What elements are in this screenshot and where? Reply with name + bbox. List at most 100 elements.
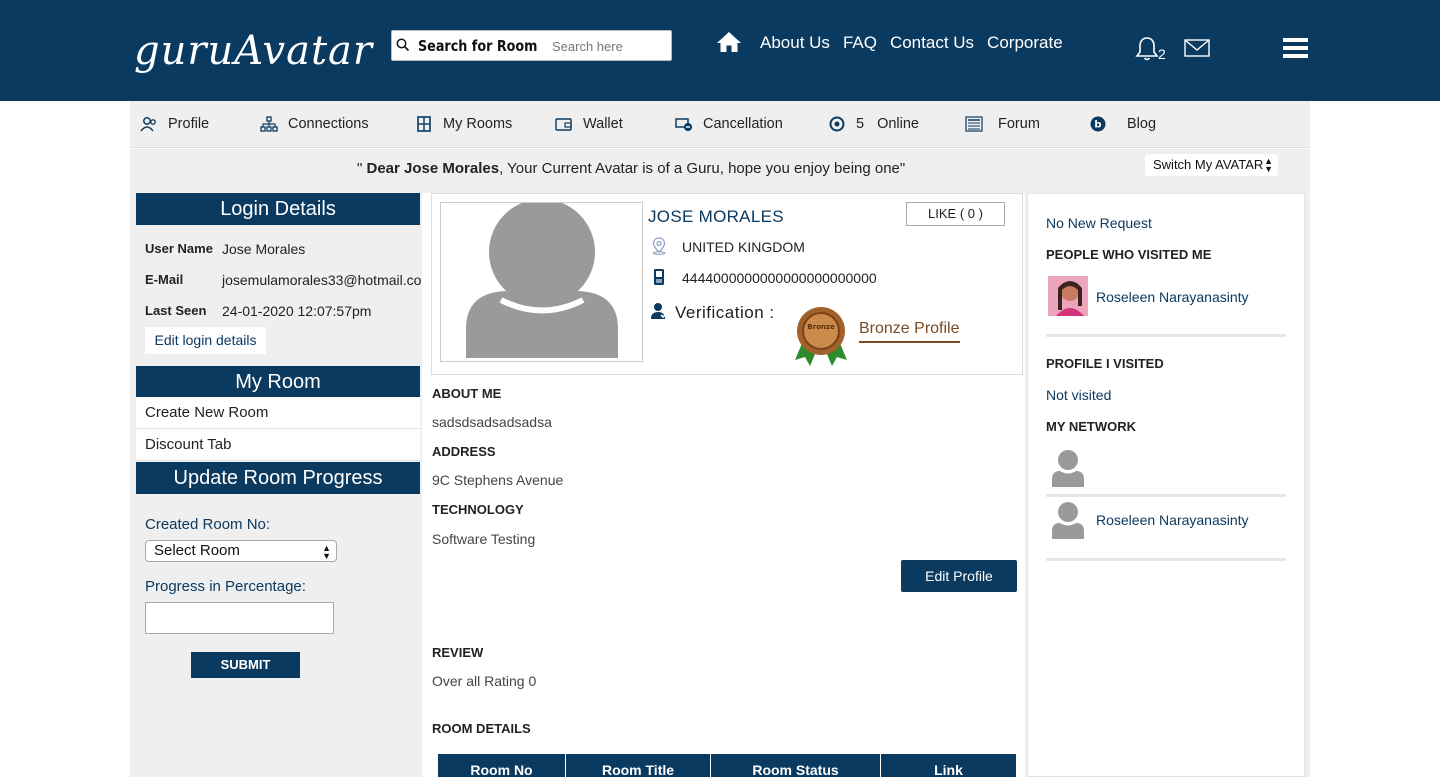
col-room-no: Room No — [438, 754, 566, 777]
subnav-connections[interactable]: Connections — [260, 116, 369, 132]
switch-avatar-label: Switch My AVATAR — [1153, 157, 1264, 172]
room-details-table-header: Room No Room Title Room Status Link — [438, 754, 1016, 777]
users-icon — [140, 117, 156, 132]
person-placeholder-icon — [466, 203, 618, 358]
about-me-text: sadsdsadsadsadsa — [432, 414, 552, 430]
greeting-rest: , Your Current Avatar is of a Guru, hope… — [499, 160, 906, 177]
profile-name: JOSE MORALES — [648, 207, 784, 226]
create-new-room-link[interactable]: Create New Room — [136, 397, 420, 429]
nav-corporate[interactable]: Corporate — [987, 33, 1063, 53]
main-nav: About Us FAQ Contact Us Corporate — [760, 33, 1063, 53]
edit-profile-button[interactable]: Edit Profile — [901, 560, 1017, 592]
bell-icon[interactable] — [1135, 36, 1159, 62]
my-network-heading: MY NETWORK — [1046, 419, 1137, 434]
submit-button[interactable]: SUBMIT — [191, 652, 300, 678]
nav-about-us[interactable]: About Us — [760, 33, 830, 53]
col-room-status: Room Status — [711, 754, 881, 777]
subnav-profile[interactable]: Profile — [140, 116, 209, 132]
sub-navigation: Profile Connections My Rooms Wallet Canc… — [130, 101, 1310, 148]
switch-avatar-select[interactable]: Switch My AVATAR ▲ ▼ — [1145, 154, 1278, 176]
blog-icon: b — [1090, 116, 1106, 132]
subnav-my-rooms[interactable]: My Rooms — [415, 116, 512, 132]
col-link: Link — [934, 762, 963, 777]
subnav-profile-label: Profile — [168, 116, 210, 132]
last-seen-value: 24-01-2020 12:07:57pm — [222, 303, 372, 319]
subnav-wallet[interactable]: Wallet — [555, 116, 623, 132]
email-label: E-Mail — [145, 272, 184, 287]
no-new-request-text: No New Request — [1046, 215, 1152, 231]
username-label: User Name — [145, 241, 213, 256]
room-details-heading: ROOM DETAILS — [432, 721, 531, 736]
network-person-name[interactable]: Roseleen Narayanasinty — [1096, 512, 1249, 528]
divider — [1046, 558, 1286, 561]
subnav-connections-label: Connections — [288, 116, 369, 132]
svg-text:b: b — [1094, 120, 1101, 131]
greeting-text: " Dear Jose Morales, Your Current Avatar… — [357, 160, 905, 177]
progress-percentage-input[interactable] — [145, 602, 334, 634]
medal-label: Bronze — [807, 323, 835, 331]
not-visited-text: Not visited — [1046, 387, 1112, 403]
network-avatar-placeholder[interactable] — [1048, 447, 1088, 487]
room-select[interactable]: Select Room ▲ ▼ — [145, 540, 337, 562]
subnav-wallet-label: Wallet — [583, 116, 623, 132]
profile-i-visited-heading: PROFILE I VISITED — [1046, 356, 1164, 371]
progress-percentage-label: Progress in Percentage: — [145, 578, 306, 595]
subnav-blog[interactable]: b Blog — [1089, 116, 1156, 132]
subnav-cancellation-label: Cancellation — [703, 116, 783, 132]
grid-icon — [417, 116, 431, 132]
subnav-forum[interactable]: Forum — [965, 116, 1040, 132]
greeting-open-quote: " — [357, 160, 367, 177]
about-me-heading: ABOUT ME — [432, 386, 502, 401]
people-visited-me-heading: PEOPLE WHO VISITED ME — [1046, 247, 1212, 262]
menu-icon[interactable] — [1283, 38, 1308, 60]
review-heading: REVIEW — [432, 645, 484, 660]
visitor-avatar[interactable] — [1048, 276, 1088, 316]
online-icon — [829, 116, 845, 132]
discount-tab-link[interactable]: Discount Tab — [136, 429, 420, 461]
search-icon — [396, 38, 410, 52]
last-seen-label: Last Seen — [145, 303, 207, 318]
subnav-my-rooms-label: My Rooms — [443, 116, 513, 132]
bronze-medal-icon: Bronze — [795, 307, 847, 366]
network-icon — [260, 116, 278, 132]
user-check-icon — [651, 303, 667, 319]
profile-country: UNITED KINGDOM — [682, 239, 805, 255]
update-room-progress-heading: Update Room Progress — [136, 462, 420, 494]
search-input[interactable] — [552, 35, 664, 57]
nav-contact-us[interactable]: Contact Us — [890, 33, 974, 53]
created-room-no-label: Created Room No: — [145, 516, 271, 533]
edit-login-details-button[interactable]: Edit login details — [145, 327, 266, 354]
home-icon[interactable] — [716, 31, 742, 53]
address-text: 9C Stephens Avenue — [432, 472, 564, 488]
nav-faq[interactable]: FAQ — [843, 33, 877, 53]
phone-icon — [654, 269, 664, 285]
subnav-online-label: Online — [877, 116, 919, 132]
room-select-value: Select Room — [154, 542, 240, 559]
mail-icon[interactable] — [1184, 38, 1210, 58]
technology-text: Software Testing — [432, 531, 536, 547]
like-button[interactable]: LIKE ( 0 ) — [906, 202, 1005, 226]
verification-label: Verification : — [675, 303, 775, 322]
subnav-blog-label: Blog — [1127, 116, 1157, 132]
divider — [1046, 494, 1286, 497]
visitor-name[interactable]: Roseleen Narayanasinty — [1096, 289, 1249, 305]
username-value: Jose Morales — [222, 241, 306, 257]
select-arrows-icon: ▲ ▼ — [1264, 156, 1273, 174]
col-room-title: Room Title — [566, 754, 711, 777]
subnav-cancellation[interactable]: Cancellation — [675, 116, 783, 132]
site-logo[interactable]: guruAvatar — [134, 28, 373, 74]
login-details-heading: Login Details — [136, 193, 420, 225]
my-room-heading: My Room — [136, 366, 420, 398]
email-value: josemulamorales33@hotmail.com — [222, 272, 434, 288]
divider — [1046, 334, 1286, 337]
subnav-online[interactable]: 5 Online — [828, 116, 919, 132]
address-heading: ADDRESS — [432, 444, 496, 459]
bronze-profile-badge[interactable]: Bronze Profile — [859, 320, 960, 343]
search-box[interactable]: Search for Room — [391, 30, 672, 61]
network-avatar[interactable] — [1048, 499, 1088, 539]
wallet-icon — [555, 118, 572, 131]
top-header: guruAvatar Search for Room About Us FAQ … — [0, 0, 1440, 101]
profile-phone: 4444000000000000000000000 — [682, 270, 877, 286]
greeting-name: Dear Jose Morales — [366, 160, 500, 177]
subnav-forum-label: Forum — [998, 116, 1040, 132]
